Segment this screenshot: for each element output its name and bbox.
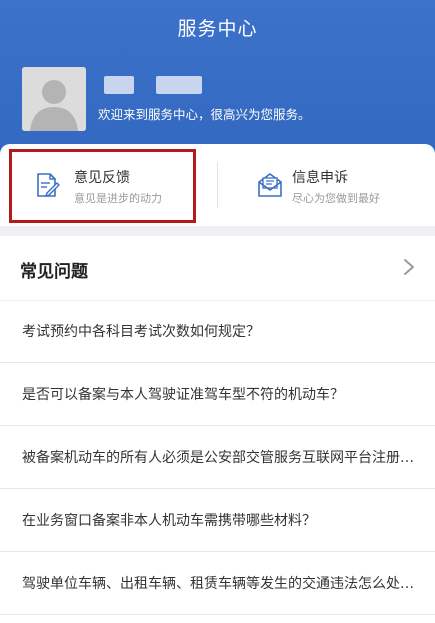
avatar[interactable] (22, 67, 86, 131)
user-name-redacted (104, 76, 216, 94)
chevron-right-icon (404, 259, 414, 275)
appeal-button[interactable]: 信息申诉 尽心为您做到最好 (218, 144, 435, 226)
faq-question: 驾驶单位车辆、出租车辆、租赁车辆等发生的交通违法怎么处理？ (22, 576, 414, 592)
page-title: 服务中心 (177, 18, 258, 40)
default-avatar-icon (22, 67, 86, 131)
faq-list: 考试预约中各科目考试次数如何规定？ 是否可以备案与本人驾驶证准驾车型不符的机动车… (0, 301, 435, 623)
faq-title: 常见问题 (20, 262, 88, 282)
faq-question: 被备案机动车的所有人必须是公安部交管服务互联网平台注册用户吗？ (22, 450, 414, 466)
appeal-title: 信息申诉 (292, 170, 348, 186)
welcome-message: 欢迎来到服务中心，很高兴为您服务。 (98, 107, 311, 122)
appeal-subtitle: 尽心为您做到最好 (292, 192, 380, 205)
faq-item[interactable]: 驾驶单位车辆、出租车辆、租赁车辆等发生的交通违法怎么处理？ (0, 553, 435, 615)
faq-item[interactable]: 考试预约中各科目考试次数如何规定？ (0, 301, 435, 363)
faq-question: 考试预约中各科目考试次数如何规定？ (22, 324, 260, 340)
faq-item[interactable]: 是否可以备案与本人驾驶证准驾车型不符的机动车？ (0, 364, 435, 426)
faq-question: 是否可以备案与本人驾驶证准驾车型不符的机动车？ (22, 387, 344, 403)
faq-item[interactable]: 被备案机动车的所有人必须是公安部交管服务互联网平台注册用户吗？ (0, 427, 435, 489)
faq-item[interactable]: 在业务窗口备案非本人机动车需携带哪些材料？ (0, 490, 435, 552)
mail-appeal-icon (258, 173, 282, 197)
faq-question: 在业务窗口备案非本人机动车需携带哪些材料？ (22, 513, 316, 529)
feedback-highlight-box (9, 149, 196, 223)
faq-header[interactable]: 常见问题 (0, 236, 435, 300)
